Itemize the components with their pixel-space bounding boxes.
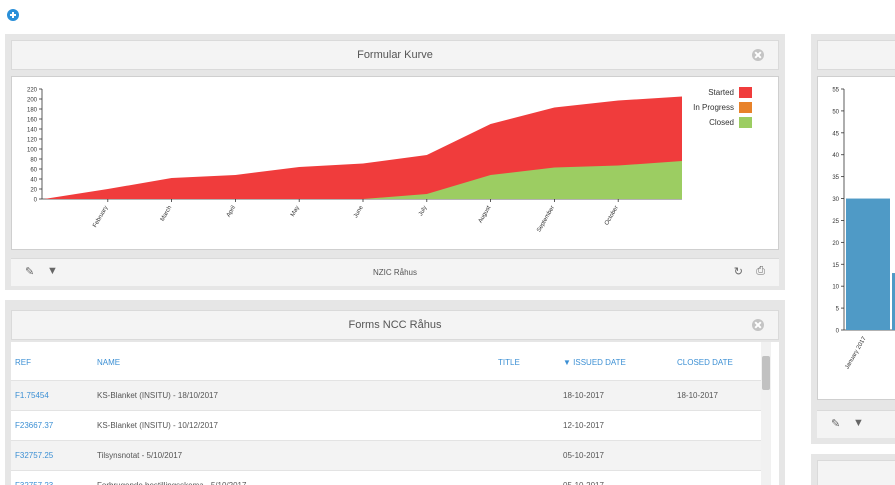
x-tick-label: April: [226, 205, 237, 218]
forms-panel: Forms NCC Råhus REF NAME TITLE ▼ ISSUED …: [5, 300, 785, 485]
y-tick-label: 40: [832, 153, 839, 159]
sort-desc-icon: ▼: [563, 358, 574, 367]
curve-chart: 0 20 40 60 80 100 120 140 160 180 200 220 February Ma…: [11, 76, 779, 250]
lower-right-panel-header: [817, 460, 895, 485]
cell-closed-date: 18-10-2017: [677, 391, 718, 400]
legend-swatch: [739, 117, 752, 128]
y-tick-label: 55: [832, 88, 839, 94]
x-tick-label: October: [604, 205, 620, 226]
forms-table: REF NAME TITLE ▼ ISSUED DATE CLOSED DATE…: [11, 342, 779, 485]
x-tick-label: February: [92, 205, 109, 229]
y-tick-label: 120: [27, 138, 38, 144]
y-tick-label: 45: [832, 131, 839, 137]
bar: [846, 198, 890, 330]
y-tick-label: 220: [27, 88, 38, 94]
cell-name: KS-Blanket (INSITU) - 18/10/2017: [97, 391, 218, 400]
forms-panel-header: Forms NCC Råhus: [11, 310, 779, 340]
cell-issued-date: 05-10-2017: [563, 451, 604, 460]
x-tick-label: June: [353, 204, 365, 219]
y-tick-label: 100: [27, 148, 38, 154]
cell-name: KS-Blanket (INSITU) - 10/12/2017: [97, 421, 218, 430]
y-tick-label: 20: [832, 241, 839, 247]
x-tick-label: May: [290, 205, 301, 218]
cell-ref[interactable]: F32757.23: [15, 481, 53, 485]
y-tick-label: 200: [27, 98, 38, 104]
column-name[interactable]: NAME: [97, 358, 120, 367]
y-tick-label: 15: [832, 263, 839, 269]
cell-name: Forbrugende bestillingsskema - 5/10/2017: [97, 481, 246, 485]
y-tick-label: 5: [836, 307, 840, 313]
curve-panel: Formular Kurve 0 20 40 60 80 100 120 140 160 180 2…: [5, 34, 785, 290]
column-issued-date[interactable]: ▼ ISSUED DATE: [563, 358, 626, 367]
curve-panel-title: Formular Kurve: [357, 49, 433, 61]
y-tick-label: 25: [832, 219, 839, 225]
x-tick-label: September: [536, 205, 556, 233]
column-title[interactable]: TITLE: [498, 358, 520, 367]
cell-issued-date: 05-10-2017: [563, 481, 604, 485]
y-tick-label: 180: [27, 108, 38, 114]
table-row[interactable]: F23667.37 KS-Blanket (INSITU) - 10/12/201…: [11, 410, 768, 440]
bar-panel-footer: ✎ ▼: [817, 410, 895, 438]
print-icon[interactable]: ⎙: [756, 265, 765, 278]
y-tick-label: 50: [832, 109, 839, 115]
y-tick-label: 40: [30, 178, 37, 184]
legend-swatch: [739, 102, 752, 113]
bar-chart: 0 5 10 15 20 25 30 35 40 45 50 55 January 2017: [817, 76, 895, 400]
column-closed-date[interactable]: CLOSED DATE: [677, 358, 733, 367]
y-tick-label: 20: [30, 188, 37, 194]
y-tick-label: 35: [832, 175, 839, 181]
cell-name: Tilsynsnotat - 5/10/2017: [97, 451, 183, 460]
y-tick-label: 0: [34, 198, 38, 204]
column-issued-label: ISSUED DATE: [573, 358, 626, 367]
table-header: REF NAME TITLE ▼ ISSUED DATE CLOSED DATE: [11, 342, 779, 380]
y-tick-label: 60: [30, 168, 37, 174]
x-tick-label: March: [160, 205, 174, 222]
curve-footer-label: NZIC Råhus: [372, 268, 417, 277]
legend-label: In Progress: [693, 103, 734, 112]
scrollbar-thumb[interactable]: [762, 356, 770, 390]
curve-panel-footer: ✎ ▼ NZIC Råhus ↻ ⎙: [11, 258, 779, 286]
y-tick-label: 10: [832, 285, 839, 291]
cell-issued-date: 18-10-2017: [563, 391, 604, 400]
x-tick-label: January 2017: [844, 335, 868, 370]
edit-icon[interactable]: ✎: [831, 417, 840, 430]
table-scrollbar[interactable]: [761, 342, 771, 485]
y-tick-label: 140: [27, 128, 38, 134]
table-row[interactable]: F32757.25 Tilsynsnotat - 5/10/2017 05-10-2…: [11, 440, 768, 470]
legend-label: Closed: [709, 118, 734, 127]
close-icon[interactable]: [752, 319, 764, 331]
refresh-icon[interactable]: ↻: [734, 265, 743, 278]
y-tick-label: 30: [832, 197, 839, 203]
legend-label: Started: [708, 88, 734, 97]
bar-panel: 0 5 10 15 20 25 30 35 40 45 50 55 January 2017 ✎ ▼: [811, 34, 895, 444]
bar-panel-header: [817, 40, 895, 70]
curve-panel-header: Formular Kurve: [11, 40, 779, 70]
cell-issued-date: 12-10-2017: [563, 421, 604, 430]
filter-icon[interactable]: ▼: [853, 417, 864, 429]
cell-ref[interactable]: F23667.37: [15, 421, 53, 430]
y-tick-label: 80: [30, 158, 37, 164]
cell-ref[interactable]: F32757.25: [15, 451, 53, 460]
table-row[interactable]: F1.75454 KS-Blanket (INSITU) - 18/10/2017…: [11, 380, 768, 410]
bar-chart-svg: 0 5 10 15 20 25 30 35 40 45 50 55 January 2017: [832, 88, 895, 371]
curve-chart-svg: 0 20 40 60 80 100 120 140 160 180 200 220 February Ma…: [27, 87, 752, 233]
table-row[interactable]: F32757.23 Forbrugende bestillingsskema - …: [11, 470, 768, 485]
y-tick-label: 0: [836, 329, 840, 335]
cell-ref[interactable]: F1.75454: [15, 391, 49, 400]
legend-swatch: [739, 87, 752, 98]
close-icon[interactable]: [752, 49, 764, 61]
column-ref[interactable]: REF: [15, 358, 31, 367]
x-tick-label: July: [418, 205, 429, 217]
forms-panel-title: Forms NCC Råhus: [348, 319, 442, 331]
add-dashboard-icon[interactable]: [7, 9, 19, 21]
y-tick-label: 160: [27, 118, 38, 124]
lower-right-panel: [811, 454, 895, 485]
x-tick-label: August: [478, 205, 493, 224]
